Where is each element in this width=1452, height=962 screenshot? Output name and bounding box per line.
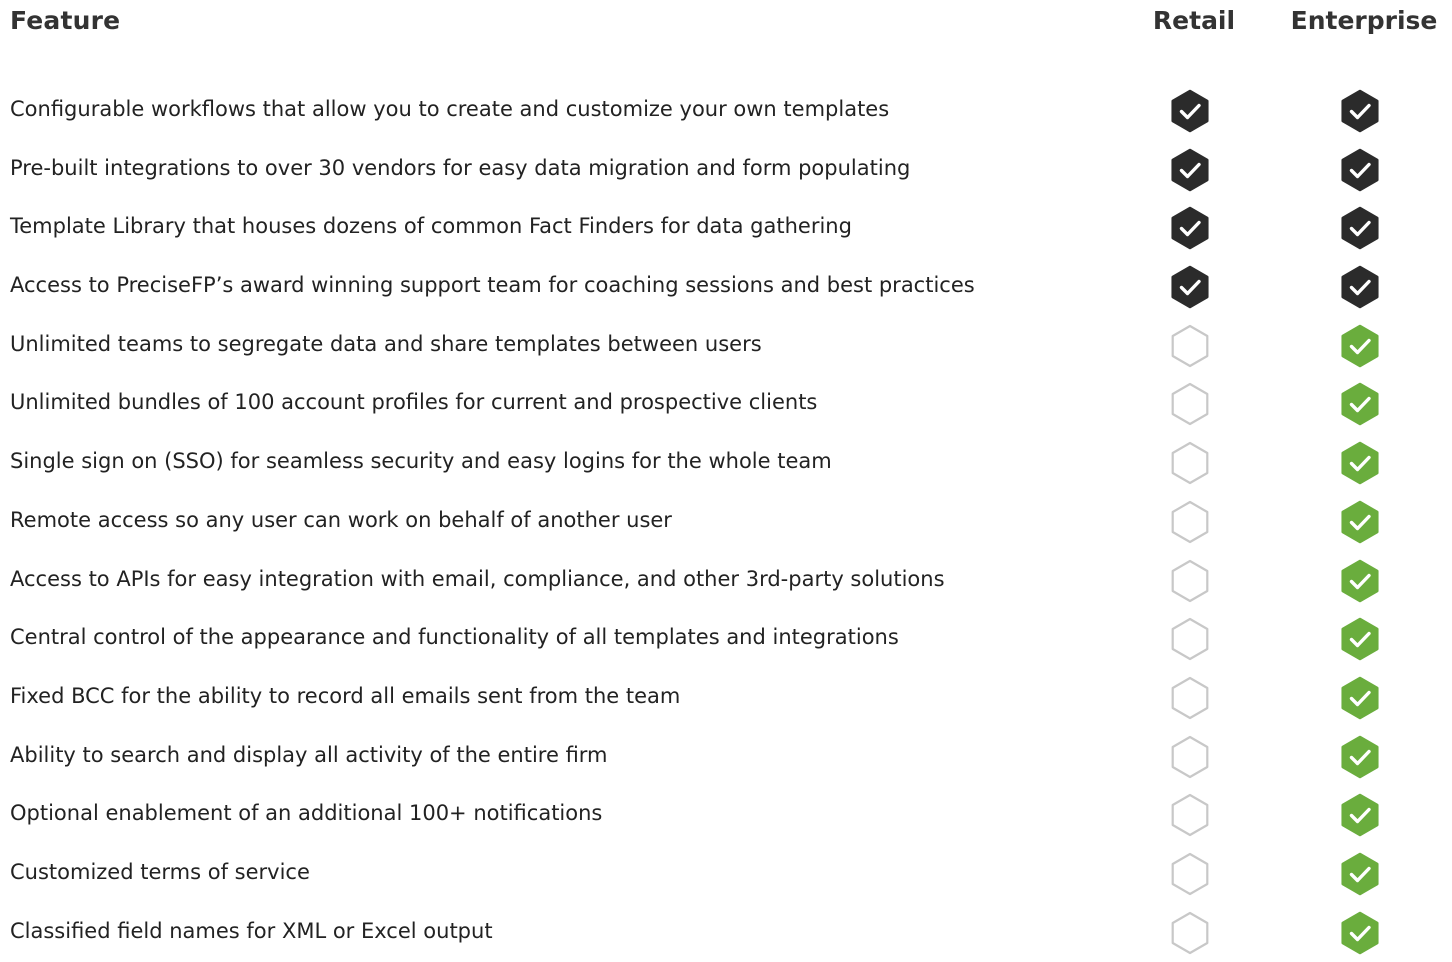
table-row: Template Library that houses dozens of c… xyxy=(0,199,1452,258)
dark-check-hexagon-icon xyxy=(1168,265,1212,309)
feature-label: Unlimited bundles of 100 account profile… xyxy=(10,390,818,415)
empty-hexagon-icon xyxy=(1168,441,1212,485)
empty-hexagon-icon xyxy=(1168,676,1212,720)
table-row: Classified field names for XML or Excel … xyxy=(0,904,1452,962)
empty-hexagon-icon xyxy=(1168,911,1212,955)
table-row: Access to PreciseFP’s award winning supp… xyxy=(0,258,1452,317)
comparison-header: Feature Retail Enterprise xyxy=(0,0,1452,50)
table-row: Single sign on (SSO) for seamless securi… xyxy=(0,434,1452,493)
table-row: Configurable workflows that allow you to… xyxy=(0,82,1452,141)
feature-label: Ability to search and display all activi… xyxy=(10,742,608,767)
dark-check-hexagon-icon xyxy=(1338,206,1382,250)
feature-label: Single sign on (SSO) for seamless securi… xyxy=(10,449,832,474)
green-check-hexagon-icon xyxy=(1338,911,1382,955)
feature-label: Configurable workflows that allow you to… xyxy=(10,97,890,121)
table-row: Ability to search and display all activi… xyxy=(0,728,1452,787)
feature-label: Access to APIs for easy integration with… xyxy=(10,566,945,591)
table-row: Remote access so any user can work on be… xyxy=(0,493,1452,552)
feature-label: Customized terms of service xyxy=(10,859,310,884)
empty-hexagon-icon xyxy=(1168,324,1212,368)
table-row: Access to APIs for easy integration with… xyxy=(0,552,1452,611)
green-check-hexagon-icon xyxy=(1338,617,1382,661)
dark-check-hexagon-icon xyxy=(1168,206,1212,250)
empty-hexagon-icon xyxy=(1168,500,1212,544)
dark-check-hexagon-icon xyxy=(1338,89,1382,133)
feature-label: Access to PreciseFP’s award winning supp… xyxy=(10,273,975,298)
green-check-hexagon-icon xyxy=(1338,676,1382,720)
enterprise-column-header: Enterprise xyxy=(1290,6,1438,35)
feature-comparison-table: Configurable workflows that allow you to… xyxy=(0,82,1452,962)
feature-label: Fixed BCC for the ability to record all … xyxy=(10,683,681,708)
green-check-hexagon-icon xyxy=(1338,382,1382,426)
green-check-hexagon-icon xyxy=(1338,441,1382,485)
empty-hexagon-icon xyxy=(1168,852,1212,896)
dark-check-hexagon-icon xyxy=(1338,148,1382,192)
green-check-hexagon-icon xyxy=(1338,559,1382,603)
feature-label: Template Library that houses dozens of c… xyxy=(10,214,852,239)
feature-column-header: Feature xyxy=(10,6,121,35)
table-row: Pre-built integrations to over 30 vendor… xyxy=(0,141,1452,200)
feature-label: Remote access so any user can work on be… xyxy=(10,507,672,532)
green-check-hexagon-icon xyxy=(1338,852,1382,896)
table-row: Unlimited teams to segregate data and sh… xyxy=(0,317,1452,376)
feature-label: Classified field names for XML or Excel … xyxy=(10,918,493,943)
dark-check-hexagon-icon xyxy=(1338,265,1382,309)
table-row: Customized terms of service xyxy=(0,845,1452,904)
empty-hexagon-icon xyxy=(1168,559,1212,603)
feature-label: Pre-built integrations to over 30 vendor… xyxy=(10,155,911,180)
empty-hexagon-icon xyxy=(1168,735,1212,779)
green-check-hexagon-icon xyxy=(1338,735,1382,779)
empty-hexagon-icon xyxy=(1168,382,1212,426)
table-row: Fixed BCC for the ability to record all … xyxy=(0,669,1452,728)
green-check-hexagon-icon xyxy=(1338,793,1382,837)
empty-hexagon-icon xyxy=(1168,617,1212,661)
feature-label: Unlimited teams to segregate data and sh… xyxy=(10,331,762,356)
feature-label: Central control of the appearance and fu… xyxy=(10,625,899,650)
dark-check-hexagon-icon xyxy=(1168,148,1212,192)
green-check-hexagon-icon xyxy=(1338,324,1382,368)
table-row: Unlimited bundles of 100 account profile… xyxy=(0,375,1452,434)
dark-check-hexagon-icon xyxy=(1168,89,1212,133)
feature-label: Optional enablement of an additional 100… xyxy=(10,801,603,826)
table-row: Optional enablement of an additional 100… xyxy=(0,786,1452,845)
table-row: Central control of the appearance and fu… xyxy=(0,610,1452,669)
empty-hexagon-icon xyxy=(1168,793,1212,837)
green-check-hexagon-icon xyxy=(1338,500,1382,544)
